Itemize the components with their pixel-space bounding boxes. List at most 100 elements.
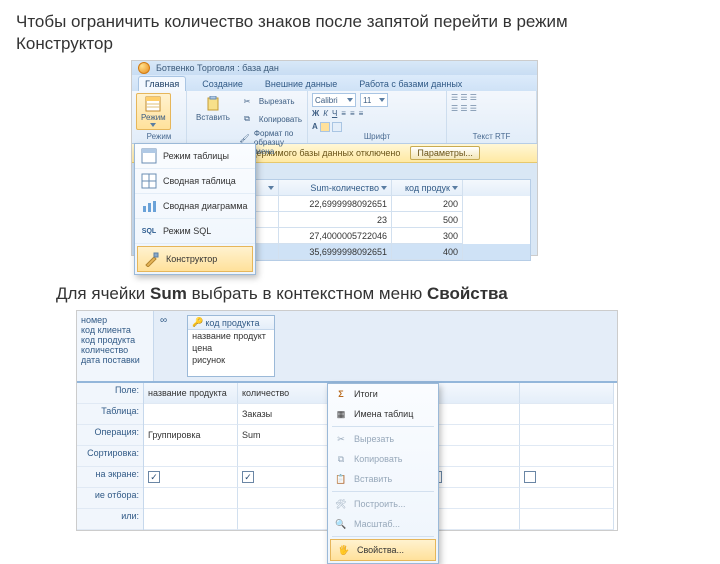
criteria-cell[interactable] (520, 488, 614, 509)
sort-cell[interactable] (426, 446, 520, 467)
checkbox-icon[interactable] (524, 471, 536, 483)
checkbox-icon[interactable] (148, 471, 160, 483)
view-menu-design[interactable]: Конструктор (137, 246, 253, 272)
table-cell[interactable]: Заказы (238, 404, 332, 425)
table-box[interactable]: 🔑код продукта название продукт цена рису… (187, 315, 275, 377)
underline-button[interactable]: Ч (332, 109, 337, 118)
align-right-button[interactable]: ≡ (359, 109, 364, 118)
design-column[interactable]: название продукта Группировка (144, 383, 238, 530)
align-left-button[interactable]: ≡ (341, 109, 346, 118)
view-menu-pivottable[interactable]: Сводная таблица (135, 169, 255, 194)
chevron-down-icon (347, 98, 353, 102)
sort-cell[interactable] (144, 446, 238, 467)
field-item[interactable]: название продукт (188, 330, 274, 342)
ctx-copy[interactable]: ⧉Копировать (328, 449, 438, 469)
cell[interactable]: 200 (392, 196, 463, 212)
table-cell[interactable] (426, 404, 520, 425)
ctx-zoom[interactable]: 🔍Масштаб... (328, 514, 438, 534)
ctx-paste[interactable]: 📋Вставить (328, 469, 438, 489)
align-center-button[interactable]: ≡ (350, 109, 355, 118)
column-header[interactable]: код продук (392, 180, 463, 196)
ctx-cut[interactable]: ✂Вырезать (328, 429, 438, 449)
table-cell[interactable] (144, 404, 238, 425)
query-design-grid: Поле: Таблица: Операция: Сортировка: на … (77, 383, 617, 530)
ctx-build[interactable]: 🛠Построить... (328, 494, 438, 514)
show-cell[interactable] (144, 467, 238, 488)
field-item[interactable]: код клиента (81, 325, 149, 335)
row-label: Операция: (77, 425, 143, 446)
field-item[interactable]: номер (81, 315, 149, 325)
cell[interactable]: 500 (392, 212, 463, 228)
font-size-combo[interactable]: 11 (360, 93, 388, 107)
ctx-properties[interactable]: 🖐Свойства... (330, 539, 436, 561)
copy-label: Копировать (259, 115, 302, 124)
or-cell[interactable] (520, 509, 614, 530)
criteria-cell[interactable] (238, 488, 332, 509)
field-item[interactable]: код продукта (81, 335, 149, 345)
bold-button[interactable]: Ж (312, 109, 319, 118)
gridlines-button[interactable] (332, 122, 342, 132)
cell[interactable]: 22,6999998092651 (279, 196, 392, 212)
field-item[interactable]: рисунок (188, 354, 274, 366)
view-menu-pivotchart[interactable]: Сводная диаграмма (135, 194, 255, 219)
column-header[interactable]: Sum-количество (279, 180, 392, 196)
tab-dbtools[interactable]: Работа с базами данных (353, 77, 468, 91)
total-cell[interactable]: Sum (238, 425, 332, 446)
view-menu-label: Режим SQL (163, 226, 211, 236)
list-buttons[interactable]: ☰ ☰ ☰ (451, 93, 477, 102)
total-cell[interactable]: Группировка (144, 425, 238, 446)
design-column[interactable] (426, 383, 520, 530)
fill-color-button[interactable] (320, 122, 330, 132)
cell[interactable]: 35,6999998092651 (279, 244, 392, 260)
ctx-totals[interactable]: ΣИтоги (328, 384, 438, 404)
cut-button[interactable]: ✂ Вырезать (239, 93, 303, 109)
show-cell[interactable] (426, 467, 520, 488)
total-cell[interactable] (426, 425, 520, 446)
view-menu-datasheet[interactable]: Режим таблицы (135, 144, 255, 169)
warning-options-button[interactable]: Параметры... (410, 146, 479, 160)
format-painter-label: Формат по образцу (254, 129, 303, 147)
total-cell[interactable] (520, 425, 614, 446)
font-name-combo[interactable]: Calibri (312, 93, 356, 107)
indent-buttons[interactable]: ☰ ☰ ☰ (451, 104, 477, 113)
design-column[interactable] (520, 383, 614, 530)
show-cell[interactable] (238, 467, 332, 488)
tab-create[interactable]: Создание (196, 77, 249, 91)
tab-home[interactable]: Главная (138, 76, 186, 91)
sort-cell[interactable] (238, 446, 332, 467)
field-cell[interactable] (520, 383, 614, 404)
paste-button[interactable]: Вставить (191, 93, 235, 125)
office-orb-icon[interactable] (138, 62, 150, 74)
table-cell[interactable] (520, 404, 614, 425)
field-cell[interactable] (426, 383, 520, 404)
field-cell[interactable]: количество (238, 383, 332, 404)
or-cell[interactable] (238, 509, 332, 530)
field-item[interactable]: цена (188, 342, 274, 354)
field-cell[interactable]: название продукта (144, 383, 238, 404)
sort-cell[interactable] (520, 446, 614, 467)
or-cell[interactable] (144, 509, 238, 530)
cell[interactable]: 23 (279, 212, 392, 228)
checkbox-icon[interactable] (242, 471, 254, 483)
design-column[interactable]: количество Заказы Sum (238, 383, 332, 530)
italic-button[interactable]: К (323, 109, 328, 118)
ribbon-group-rtf: ☰ ☰ ☰ ☰ ☰ ☰ Текст RTF (447, 91, 537, 143)
font-color-button[interactable]: A (312, 122, 318, 132)
tab-external[interactable]: Внешние данные (259, 77, 343, 91)
or-cell[interactable] (426, 509, 520, 530)
view-button[interactable]: Режим (136, 93, 171, 130)
context-menu: ΣИтоги ▦Имена таблиц ✂Вырезать ⧉Копирова… (327, 383, 439, 564)
criteria-cell[interactable] (144, 488, 238, 509)
cell[interactable]: 300 (392, 228, 463, 244)
copy-button[interactable]: ⧉ Копировать (239, 111, 303, 127)
show-cell[interactable] (520, 467, 614, 488)
cell[interactable]: 400 (392, 244, 463, 260)
ctx-tablenames[interactable]: ▦Имена таблиц (328, 404, 438, 424)
criteria-cell[interactable] (426, 488, 520, 509)
chevron-down-icon (452, 186, 458, 190)
row-label: Сортировка: (77, 446, 143, 467)
field-item[interactable]: дата поставки (81, 355, 149, 365)
field-item[interactable]: количество (81, 345, 149, 355)
view-menu-sql[interactable]: SQL Режим SQL (135, 219, 255, 244)
cell[interactable]: 27,4000005722046 (279, 228, 392, 244)
